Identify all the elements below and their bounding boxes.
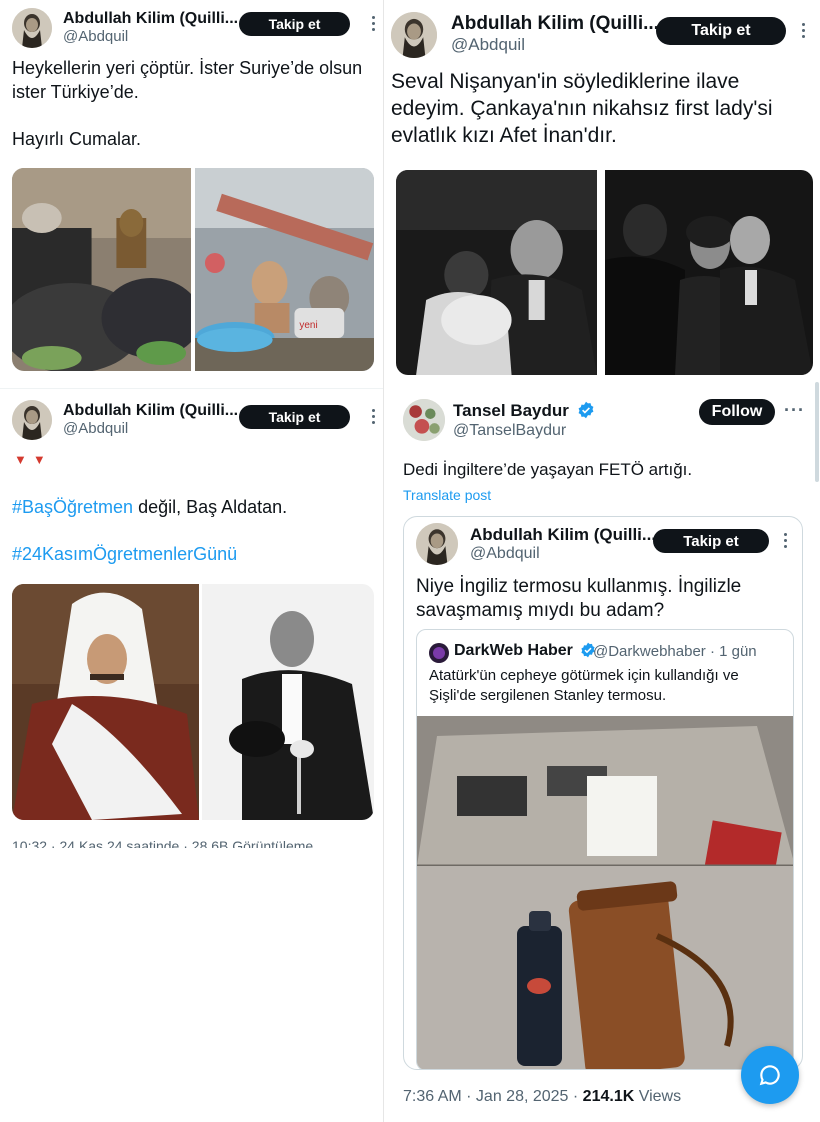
author-handle[interactable]: @Abdquil bbox=[470, 545, 540, 563]
author-name[interactable]: Abdullah Kilim (Quilli... bbox=[470, 525, 656, 545]
avatar[interactable] bbox=[12, 8, 52, 48]
views-label: Views bbox=[634, 1088, 682, 1105]
tweet-text-line: Niye İngiliz termosu kullanmış. İngilizl… bbox=[416, 576, 742, 597]
tweet-meta: 10:32 · 24 Kas 24 saatinde · 28,6B Görün… bbox=[12, 838, 314, 848]
tweet-timestamp[interactable]: 7:36 AM · Jan 28, 2025 · bbox=[403, 1088, 583, 1105]
costume-portrait-photo[interactable] bbox=[12, 584, 199, 820]
follow-button[interactable]: Takip et bbox=[653, 529, 769, 553]
tweet-media[interactable] bbox=[396, 170, 813, 375]
author-handle[interactable]: @Darkwebhaber · 1 gün bbox=[593, 643, 757, 660]
author-name-text: DarkWeb Haber bbox=[454, 642, 573, 659]
more-options-icon[interactable] bbox=[784, 533, 787, 548]
hashtag-link[interactable]: #24KasımÖgretmenlerGünü bbox=[12, 544, 237, 565]
author-name[interactable]: Abdullah Kilim (Quilli... bbox=[451, 13, 659, 35]
author-handle[interactable]: @Abdquil bbox=[451, 35, 525, 55]
portrait-with-hat-photo[interactable] bbox=[202, 584, 374, 820]
tweet-panel-2: Abdullah Kilim (Quilli... @Abdquil Takip… bbox=[384, 0, 820, 380]
tweet-text-line: savaşmamış mıydı bu adam? bbox=[416, 600, 665, 621]
author-name[interactable]: Tansel Baydur bbox=[453, 401, 595, 421]
tweet-media[interactable] bbox=[12, 584, 374, 820]
tweet-meta: 7:36 AM · Jan 28, 2025 · 214.1K Views bbox=[403, 1088, 681, 1106]
tweet-panel-1: Abdullah Kilim (Quilli... @Abdquil Takip… bbox=[0, 0, 383, 388]
author-name[interactable]: Abdullah Kilim (Quilli... bbox=[63, 402, 238, 420]
tweet-media[interactable]: yeni bbox=[12, 168, 374, 371]
tweet-panel-4: Tansel Baydur @TanselBaydur Follow ··· D… bbox=[384, 382, 820, 1122]
author-name-text: Tansel Baydur bbox=[453, 401, 569, 420]
tweet-text: Dedi İngiltere’de yaşayan FETÖ artığı. bbox=[403, 460, 693, 479]
more-options-icon[interactable] bbox=[372, 409, 375, 424]
translate-post-link[interactable]: Translate post bbox=[403, 487, 491, 503]
more-options-icon[interactable]: ··· bbox=[784, 400, 805, 421]
tweet-text-line: evlatlık kızı Afet İnan'dır. bbox=[391, 124, 617, 147]
tweet-text-line: Atatürk'ün cepheye götürmek için kulland… bbox=[429, 667, 739, 684]
tweet-text-line: ister Türkiye’de. bbox=[12, 82, 139, 102]
down-triangle-emoji: ▼▼ bbox=[14, 452, 52, 467]
more-options-icon[interactable] bbox=[372, 16, 375, 31]
tweet-text-line: Hayırlı Cumalar. bbox=[12, 129, 142, 149]
avatar[interactable] bbox=[429, 643, 449, 663]
avatar[interactable] bbox=[391, 12, 437, 58]
hashtag-link[interactable]: #BaşÖğretmen bbox=[12, 497, 133, 517]
author-name[interactable]: Abdullah Kilim (Quilli... bbox=[63, 10, 238, 28]
yeni-safak-watermark: yeni bbox=[299, 320, 317, 331]
follow-button[interactable]: Takip et bbox=[239, 12, 350, 36]
tweet-text-line: #BaşÖğretmen değil, Baş Aldatan. bbox=[12, 497, 287, 518]
tweet-text-rest: değil, Baş Aldatan. bbox=[133, 497, 288, 517]
avatar[interactable] bbox=[416, 523, 458, 565]
scrollbar[interactable] bbox=[815, 382, 819, 482]
more-options-icon[interactable] bbox=[802, 23, 805, 38]
thermos-photo[interactable] bbox=[417, 716, 793, 1069]
follow-button[interactable]: Takip et bbox=[239, 405, 350, 429]
chat-fab-button[interactable] bbox=[741, 1046, 799, 1104]
author-handle[interactable]: @Abdquil bbox=[63, 28, 128, 45]
archive-photo-couple[interactable] bbox=[605, 170, 813, 375]
avatar[interactable] bbox=[403, 399, 445, 441]
tweet-text-line: Şişli'de sergilenen Stanley termosu. bbox=[429, 687, 667, 704]
trash-bust-photo[interactable] bbox=[12, 168, 191, 371]
tweet-text-line: Heykellerin yeri çöptür. İster Suriye’de… bbox=[12, 58, 363, 78]
quoted-tweet-card[interactable]: Abdullah Kilim (Quilli... @Abdquil Takip… bbox=[403, 516, 803, 1070]
tweet-panel-3: Abdullah Kilim (Quilli... @Abdquil Takip… bbox=[0, 390, 383, 850]
archive-photo-dance[interactable] bbox=[396, 170, 597, 375]
tweet-text-line: Seval Nişanyan'in söylediklerine ilave bbox=[391, 70, 740, 93]
author-handle[interactable]: @Abdquil bbox=[63, 420, 128, 437]
author-handle[interactable]: @TanselBaydur bbox=[453, 422, 566, 440]
inner-quoted-tweet-card[interactable]: DarkWeb Haber @Darkwebhaber · 1 gün Atat… bbox=[416, 629, 794, 1069]
row-divider bbox=[0, 388, 383, 389]
verified-badge-icon bbox=[578, 401, 594, 419]
tweet-text-line: edeyim. Çankaya'nın nikahsız first lady'… bbox=[391, 97, 773, 120]
author-name[interactable]: DarkWeb Haber bbox=[454, 642, 596, 660]
follow-button[interactable]: Follow bbox=[699, 399, 775, 425]
chat-bubble-icon bbox=[759, 1065, 780, 1086]
stanley-thermos-photo[interactable] bbox=[417, 716, 793, 1069]
avatar[interactable] bbox=[12, 400, 52, 440]
follow-button[interactable]: Takip et bbox=[656, 17, 786, 45]
junk-bust-photo[interactable]: yeni bbox=[195, 168, 374, 371]
views-count: 214.1K bbox=[582, 1088, 635, 1105]
